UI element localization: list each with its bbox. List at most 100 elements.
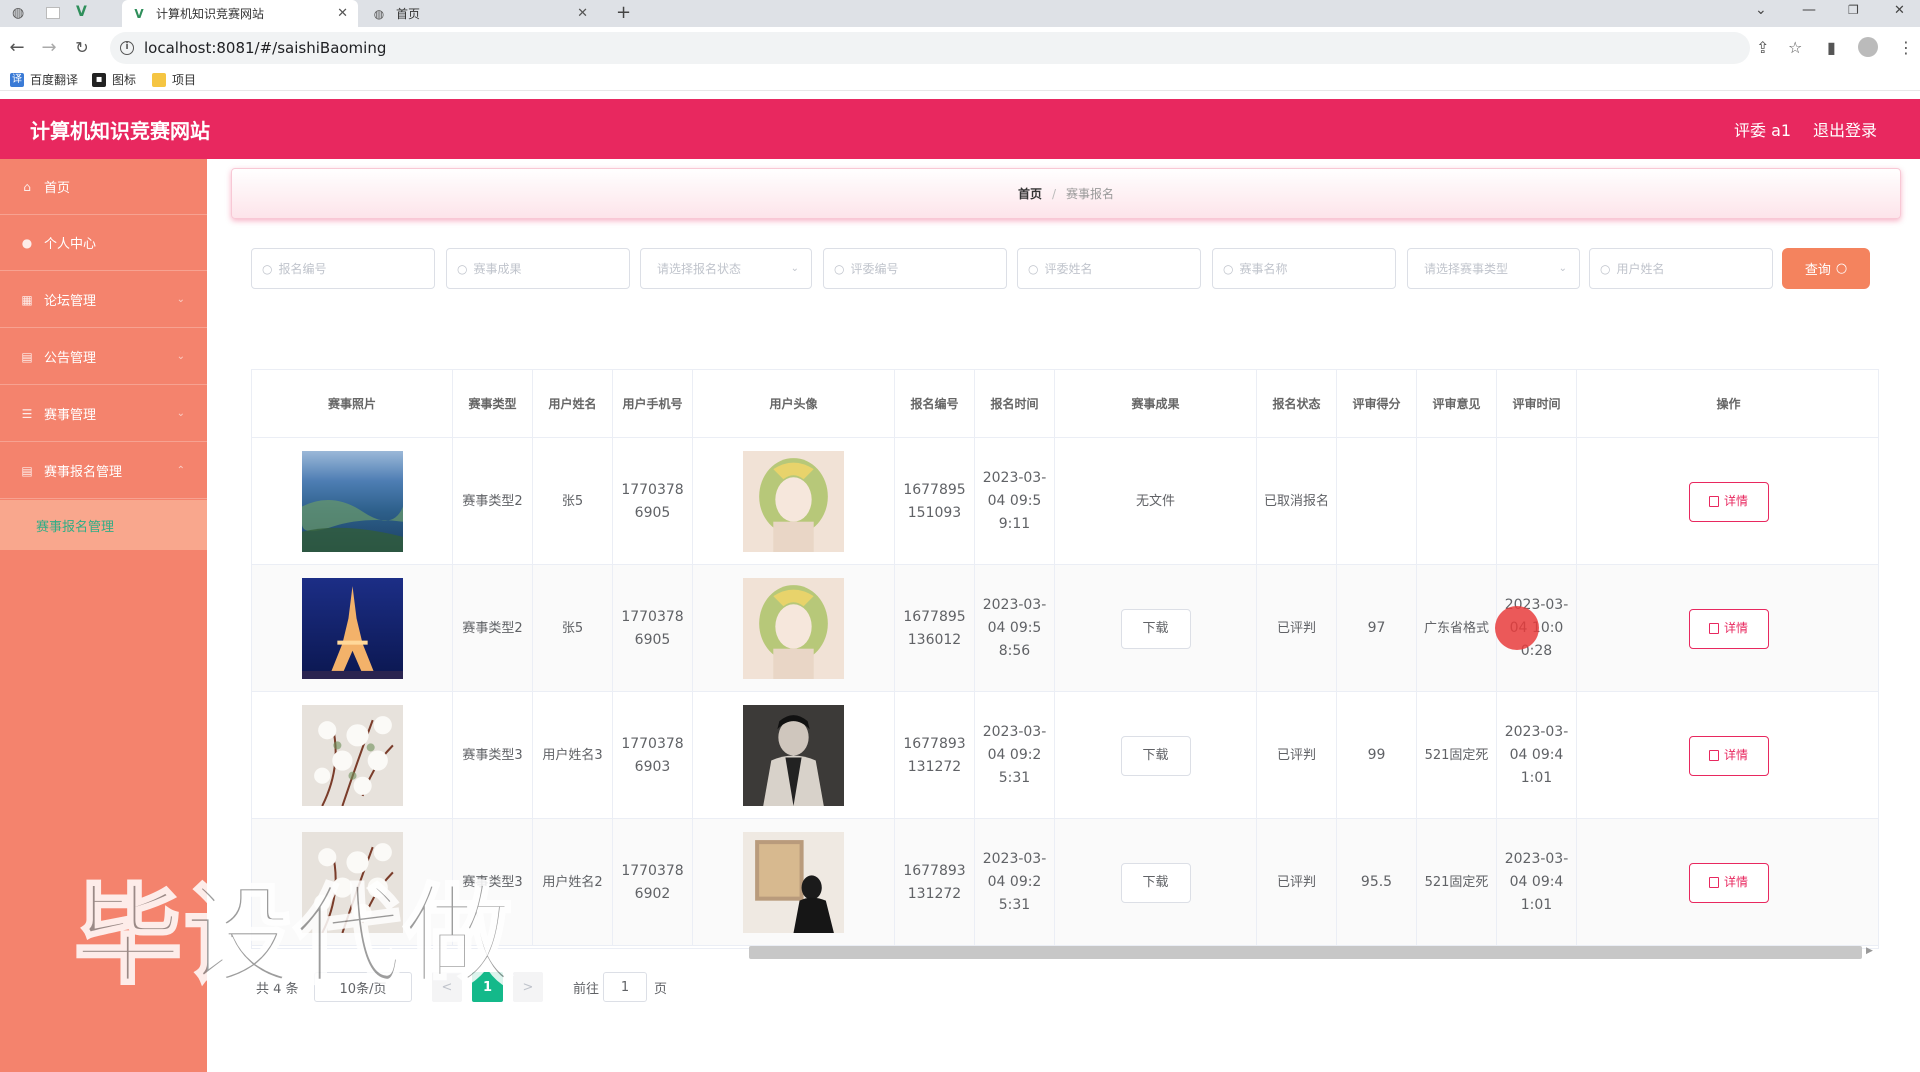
detail-label: 详情 xyxy=(1723,494,1748,508)
registration-code-input[interactable]: ○ 报名编号 xyxy=(251,248,435,289)
clipboard-icon: ▤ xyxy=(21,349,33,364)
profile-avatar-icon[interactable] xyxy=(1858,37,1878,57)
registration-status: 已评判 xyxy=(1257,692,1337,819)
stack-icon: ☰ xyxy=(21,406,33,421)
user-name[interactable]: 评委 a1 xyxy=(1734,117,1791,141)
col-header: 用户手机号 xyxy=(613,370,693,438)
contest-result-input[interactable]: ○ 赛事成果 xyxy=(446,248,630,289)
user-avatar-cell xyxy=(693,565,895,692)
watermark-text: 毕设代做 xyxy=(72,874,515,999)
user-avatar[interactable] xyxy=(743,578,844,679)
folder-icon xyxy=(152,72,167,87)
query-button[interactable]: 查询 ○ xyxy=(1782,248,1870,289)
detail-button[interactable]: 详情 xyxy=(1688,735,1769,776)
table-row: 赛事类型3 用户姓名3 17703786903 1677893131272 20… xyxy=(252,692,1878,819)
home-icon: ⌂ xyxy=(23,179,31,194)
search-icon: ○ xyxy=(1223,261,1234,276)
table-row: 赛事类型2 张5 17703786905 1677895151093 2023-… xyxy=(252,438,1878,565)
browser-tab-bar: ◍ V V 计算机知识竞赛网站 ✕ ◍ 首页 ✕ + ⌄ — ❐ ✕ xyxy=(0,0,1920,27)
menu-dots-icon[interactable]: ⋮ xyxy=(1898,38,1914,57)
tab-active[interactable]: V 计算机知识竞赛网站 ✕ xyxy=(122,0,358,27)
contest-result: 无文件 xyxy=(1055,438,1257,565)
bookmark-item[interactable]: 项目 xyxy=(152,71,196,88)
sidebar-item-registration[interactable]: ▤ 赛事报名管理 ⌃ xyxy=(0,443,207,499)
next-page-button[interactable]: > xyxy=(513,972,543,1002)
contest-photo[interactable] xyxy=(301,705,403,806)
goto-page-input[interactable]: 1 xyxy=(603,972,647,1002)
reload-icon[interactable]: ↻ xyxy=(71,37,93,59)
tab-title: 计算机知识竞赛网站 xyxy=(156,7,265,21)
url-field[interactable]: i localhost:8081/#/saishiBaoming xyxy=(110,32,1750,64)
sidebar-item-notice[interactable]: ▤ 公告管理 ⌄ xyxy=(0,329,207,385)
window-close-icon[interactable]: ✕ xyxy=(1894,3,1905,18)
registration-table: 赛事照片 赛事类型 用户姓名 用户手机号 用户头像 报名编号 报名时间 赛事成果… xyxy=(251,369,1879,949)
col-header: 评审得分 xyxy=(1337,370,1417,438)
bookmark-item[interactable]: ▪ 图标 xyxy=(92,71,136,88)
user-avatar[interactable] xyxy=(743,451,844,552)
user-name: 用户姓名3 xyxy=(533,692,613,819)
address-bar: ← → ↻ i localhost:8081/#/saishiBaoming ⇪… xyxy=(0,27,1920,69)
back-arrow-icon[interactable]: ← xyxy=(6,37,28,59)
sidebar-item-label: 首页 xyxy=(44,181,71,196)
detail-button[interactable]: 详情 xyxy=(1688,608,1769,649)
cursor-highlight xyxy=(1495,606,1539,650)
document-icon xyxy=(1708,623,1719,634)
forward-arrow-icon[interactable]: → xyxy=(38,37,60,59)
sidebar-item-forum[interactable]: ▦ 论坛管理 ⌄ xyxy=(0,272,207,328)
vue-tab-icon[interactable]: V xyxy=(76,4,87,20)
detail-button[interactable]: 详情 xyxy=(1688,481,1769,522)
pinned-tab-icon[interactable] xyxy=(46,7,60,19)
sidebar-item-home[interactable]: ⌂ 首页 xyxy=(0,159,207,215)
minimize-icon[interactable]: — xyxy=(1802,2,1816,18)
horizontal-scrollbar[interactable] xyxy=(749,946,1862,959)
user-avatar-cell xyxy=(693,438,895,565)
review-score: 99 xyxy=(1337,692,1417,819)
status-select[interactable]: 请选择报名状态 ⌄ xyxy=(640,248,812,289)
review-opinion xyxy=(1417,438,1497,565)
contest-photo-cell xyxy=(252,692,453,819)
browser-globe-icon[interactable]: ◍ xyxy=(12,5,24,21)
info-icon[interactable]: i xyxy=(120,41,134,55)
tab-inactive[interactable]: ◍ 首页 ✕ xyxy=(362,0,598,27)
contest-photo[interactable] xyxy=(301,451,403,552)
registration-code: 1677893131272 xyxy=(895,692,975,819)
new-tab-button[interactable]: + xyxy=(616,2,631,23)
user-phone: 17703786902 xyxy=(613,819,693,946)
user-avatar[interactable] xyxy=(743,832,844,933)
restore-icon[interactable]: ❐ xyxy=(1848,3,1859,17)
breadcrumb: 首页 / 赛事报名 xyxy=(231,168,1901,219)
judge-code-input[interactable]: ○ 评委编号 xyxy=(823,248,1007,289)
close-icon[interactable]: ✕ xyxy=(337,6,348,21)
share-icon[interactable]: ⇪ xyxy=(1756,38,1769,57)
registration-status: 已取消报名 xyxy=(1257,438,1337,565)
image-icon: ▪ xyxy=(92,72,107,87)
sidebar-subitem-registration[interactable]: 赛事报名管理 xyxy=(0,500,207,550)
contest-name-input[interactable]: ○ 赛事名称 xyxy=(1212,248,1396,289)
sidebar-item-contest[interactable]: ☰ 赛事管理 ⌄ xyxy=(0,386,207,442)
sidepanel-icon[interactable]: ▮ xyxy=(1827,38,1836,57)
query-label: 查询 xyxy=(1804,263,1831,278)
placeholder: 请选择赛事类型 xyxy=(1424,262,1509,276)
globe-icon: ◍ xyxy=(373,6,385,21)
close-icon[interactable]: ✕ xyxy=(577,6,588,21)
judge-name-input[interactable]: ○ 评委姓名 xyxy=(1017,248,1201,289)
bookmark-item[interactable]: 译百度翻译 xyxy=(10,71,78,88)
action-cell: 详情 xyxy=(1577,438,1878,565)
contest-photo[interactable] xyxy=(301,578,403,679)
bookmark-label: 图标 xyxy=(112,73,137,87)
tab-search-icon[interactable]: ⌄ xyxy=(1755,2,1767,18)
scroll-right-icon[interactable]: ▶ xyxy=(1866,946,1873,956)
download-button[interactable]: 下载 xyxy=(1120,862,1191,903)
detail-button[interactable]: 详情 xyxy=(1688,862,1769,903)
breadcrumb-home[interactable]: 首页 xyxy=(1018,185,1042,202)
review-score: 97 xyxy=(1337,565,1417,692)
star-icon[interactable]: ☆ xyxy=(1788,38,1802,57)
placeholder: 报名编号 xyxy=(278,262,327,276)
contest-type-select[interactable]: 请选择赛事类型 ⌄ xyxy=(1407,248,1580,289)
user-name-input[interactable]: ○ 用户姓名 xyxy=(1589,248,1773,289)
download-button[interactable]: 下载 xyxy=(1120,735,1191,776)
user-avatar[interactable] xyxy=(743,705,844,806)
logout-link[interactable]: 退出登录 xyxy=(1813,117,1877,141)
sidebar-item-profile[interactable]: ● 个人中心 xyxy=(0,215,207,271)
download-button[interactable]: 下载 xyxy=(1120,608,1191,649)
